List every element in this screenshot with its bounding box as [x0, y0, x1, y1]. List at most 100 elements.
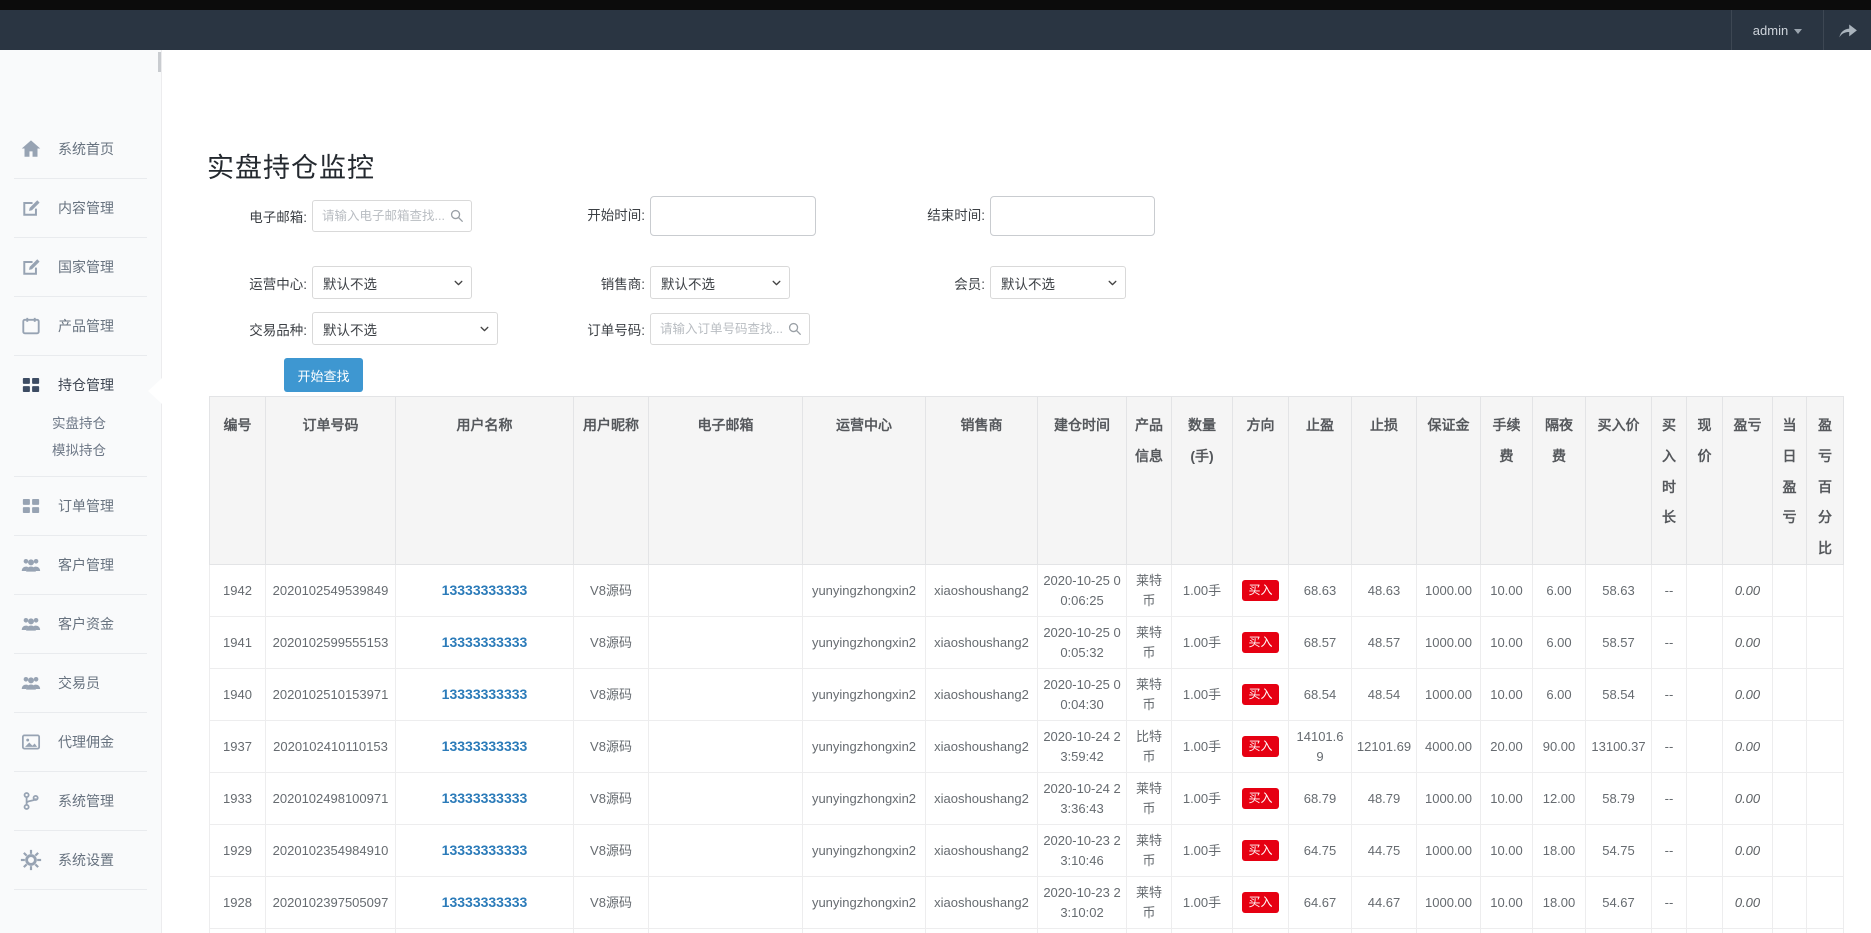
cell-qty: 1.00手 [1172, 565, 1233, 617]
sidebar-item-system[interactable]: 系统管理 [0, 778, 161, 824]
cell-profit_pct [1807, 929, 1844, 933]
cell-profit_pct [1807, 669, 1844, 721]
divider [14, 296, 147, 297]
cell-duration: -- [1652, 721, 1687, 773]
cell-fee: 20.00 [1481, 721, 1533, 773]
cell-sl: 48.63 [1352, 565, 1417, 617]
cell-buy_price: 54.67 [1586, 877, 1652, 929]
cell-profit_pct [1807, 773, 1844, 825]
search-button[interactable]: 开始查找 [284, 358, 363, 392]
cell-seller: xiaoshoushang2 [926, 669, 1038, 721]
direction-badge: 买入 [1242, 788, 1278, 808]
center-select[interactable]: 默认不选 [312, 266, 472, 299]
cell-profit: 0.00 [1723, 669, 1773, 721]
divider [14, 771, 147, 772]
username-link[interactable]: 13333333333 [442, 582, 528, 598]
table-row: 192420201023565052983225455839@qq.comxji… [210, 929, 1844, 933]
variety-select[interactable]: 默认不选 [312, 312, 498, 345]
column-header: 订单号码 [266, 397, 396, 565]
cell-id: 1937 [210, 721, 266, 773]
cell-price [1687, 773, 1723, 825]
cell-profit: 0.00 [1723, 565, 1773, 617]
sidebar-item-commission[interactable]: 代理佣金 [0, 719, 161, 765]
admin-menu[interactable]: admin [1731, 10, 1823, 50]
cell-email [649, 825, 803, 877]
cell-duration: -- [1652, 617, 1687, 669]
divider [14, 237, 147, 238]
cell-overnight: 90.00 [1533, 721, 1586, 773]
cell-order_no: 2020102599555153 [266, 617, 396, 669]
sidebar: 系统首页内容管理国家管理产品管理持仓管理实盘持仓模拟持仓订单管理客户管理客户资金… [0, 50, 162, 933]
cell-seller: xiaoshoushang2 [926, 773, 1038, 825]
gear-icon [20, 849, 42, 871]
sidebar-item-funds[interactable]: 客户资金 [0, 601, 161, 647]
sidebar-subitem[interactable]: 实盘持仓 [52, 410, 161, 437]
column-header: 现价 [1687, 397, 1723, 565]
profit-value: 0.00 [1735, 635, 1760, 650]
cell-profit_pct [1807, 825, 1844, 877]
sidebar-item-settings[interactable]: 系统设置 [0, 837, 161, 883]
table-row: 1940202010251015397113333333333V8源码yunyi… [210, 669, 1844, 721]
email-filter-input[interactable] [312, 200, 472, 232]
column-header: 盈亏 [1723, 397, 1773, 565]
column-header: 手续费 [1481, 397, 1533, 565]
sidebar-item-product[interactable]: 产品管理 [0, 303, 161, 349]
sidebar-item-customer[interactable]: 客户管理 [0, 542, 161, 588]
edit-icon [20, 256, 42, 278]
search-icon [449, 208, 465, 224]
order-no-filter-input[interactable] [650, 313, 810, 345]
profit-value: 0.00 [1735, 843, 1760, 858]
column-header: 盈亏百分比 [1807, 397, 1844, 565]
cell-price [1687, 669, 1723, 721]
cell-profit: 0.00 [1723, 877, 1773, 929]
logout-button[interactable] [1823, 10, 1871, 50]
sidebar-item-trader[interactable]: 交易员 [0, 660, 161, 706]
cell-buy_price: 58.57 [1586, 617, 1652, 669]
sidebar-subitem[interactable]: 模拟持仓 [52, 437, 161, 464]
cell-username: 13333333333 [396, 773, 574, 825]
cell-nickname: xji139ec [574, 929, 649, 933]
cell-sl: 12101.69 [1352, 721, 1417, 773]
sidebar-item-country[interactable]: 国家管理 [0, 244, 161, 290]
cell-day_profit [1773, 565, 1807, 617]
username-link[interactable]: 13333333333 [442, 790, 528, 806]
cell-fee: 10.00 [1481, 825, 1533, 877]
username-link[interactable]: 13333333333 [442, 634, 528, 650]
column-header: 建仓时间 [1038, 397, 1127, 565]
sidebar-item-content[interactable]: 内容管理 [0, 185, 161, 231]
profit-value: 0.00 [1735, 791, 1760, 806]
cell-fee: 10.00 [1481, 565, 1533, 617]
member-select[interactable]: 默认不选 [990, 266, 1126, 299]
direction-badge: 买入 [1242, 892, 1278, 912]
start-time-input[interactable] [650, 196, 816, 236]
sidebar-item-position[interactable]: 持仓管理 [0, 362, 161, 408]
grid-icon [20, 374, 42, 396]
username-link[interactable]: 13333333333 [442, 842, 528, 858]
cell-open_time: 2020-10-24 23:59:42 [1038, 721, 1127, 773]
seller-select[interactable]: 默认不选 [650, 266, 790, 299]
username-link[interactable]: 13333333333 [442, 738, 528, 754]
profit-value: 0.00 [1735, 895, 1760, 910]
cell-product: 莱特币 [1127, 565, 1172, 617]
sidebar-item-order[interactable]: 订单管理 [0, 483, 161, 529]
cell-email [649, 721, 803, 773]
end-time-input[interactable] [990, 196, 1155, 236]
column-header: 数量 (手) [1172, 397, 1233, 565]
sidebar-scrollbar[interactable] [158, 52, 161, 72]
cell-overnight: 6.00 [1533, 565, 1586, 617]
username-link[interactable]: 13333333333 [442, 894, 528, 910]
calendar-icon [20, 315, 42, 337]
cell-duration: -- [1652, 669, 1687, 721]
divider [14, 889, 147, 890]
cell-price [1687, 877, 1723, 929]
sidebar-item-home[interactable]: 系统首页 [0, 126, 161, 172]
image-icon [20, 731, 42, 753]
cell-profit: 0.00 [1723, 773, 1773, 825]
direction-badge: 买入 [1242, 840, 1278, 860]
cell-margin: 1000.00 [1417, 565, 1481, 617]
column-header: 止盈 [1289, 397, 1352, 565]
table-row: 1937202010241011015313333333333V8源码yunyi… [210, 721, 1844, 773]
username-link[interactable]: 13333333333 [442, 686, 528, 702]
center-filter-label: 运营中心: [190, 273, 310, 293]
cell-sl: 46.05 [1352, 929, 1417, 933]
